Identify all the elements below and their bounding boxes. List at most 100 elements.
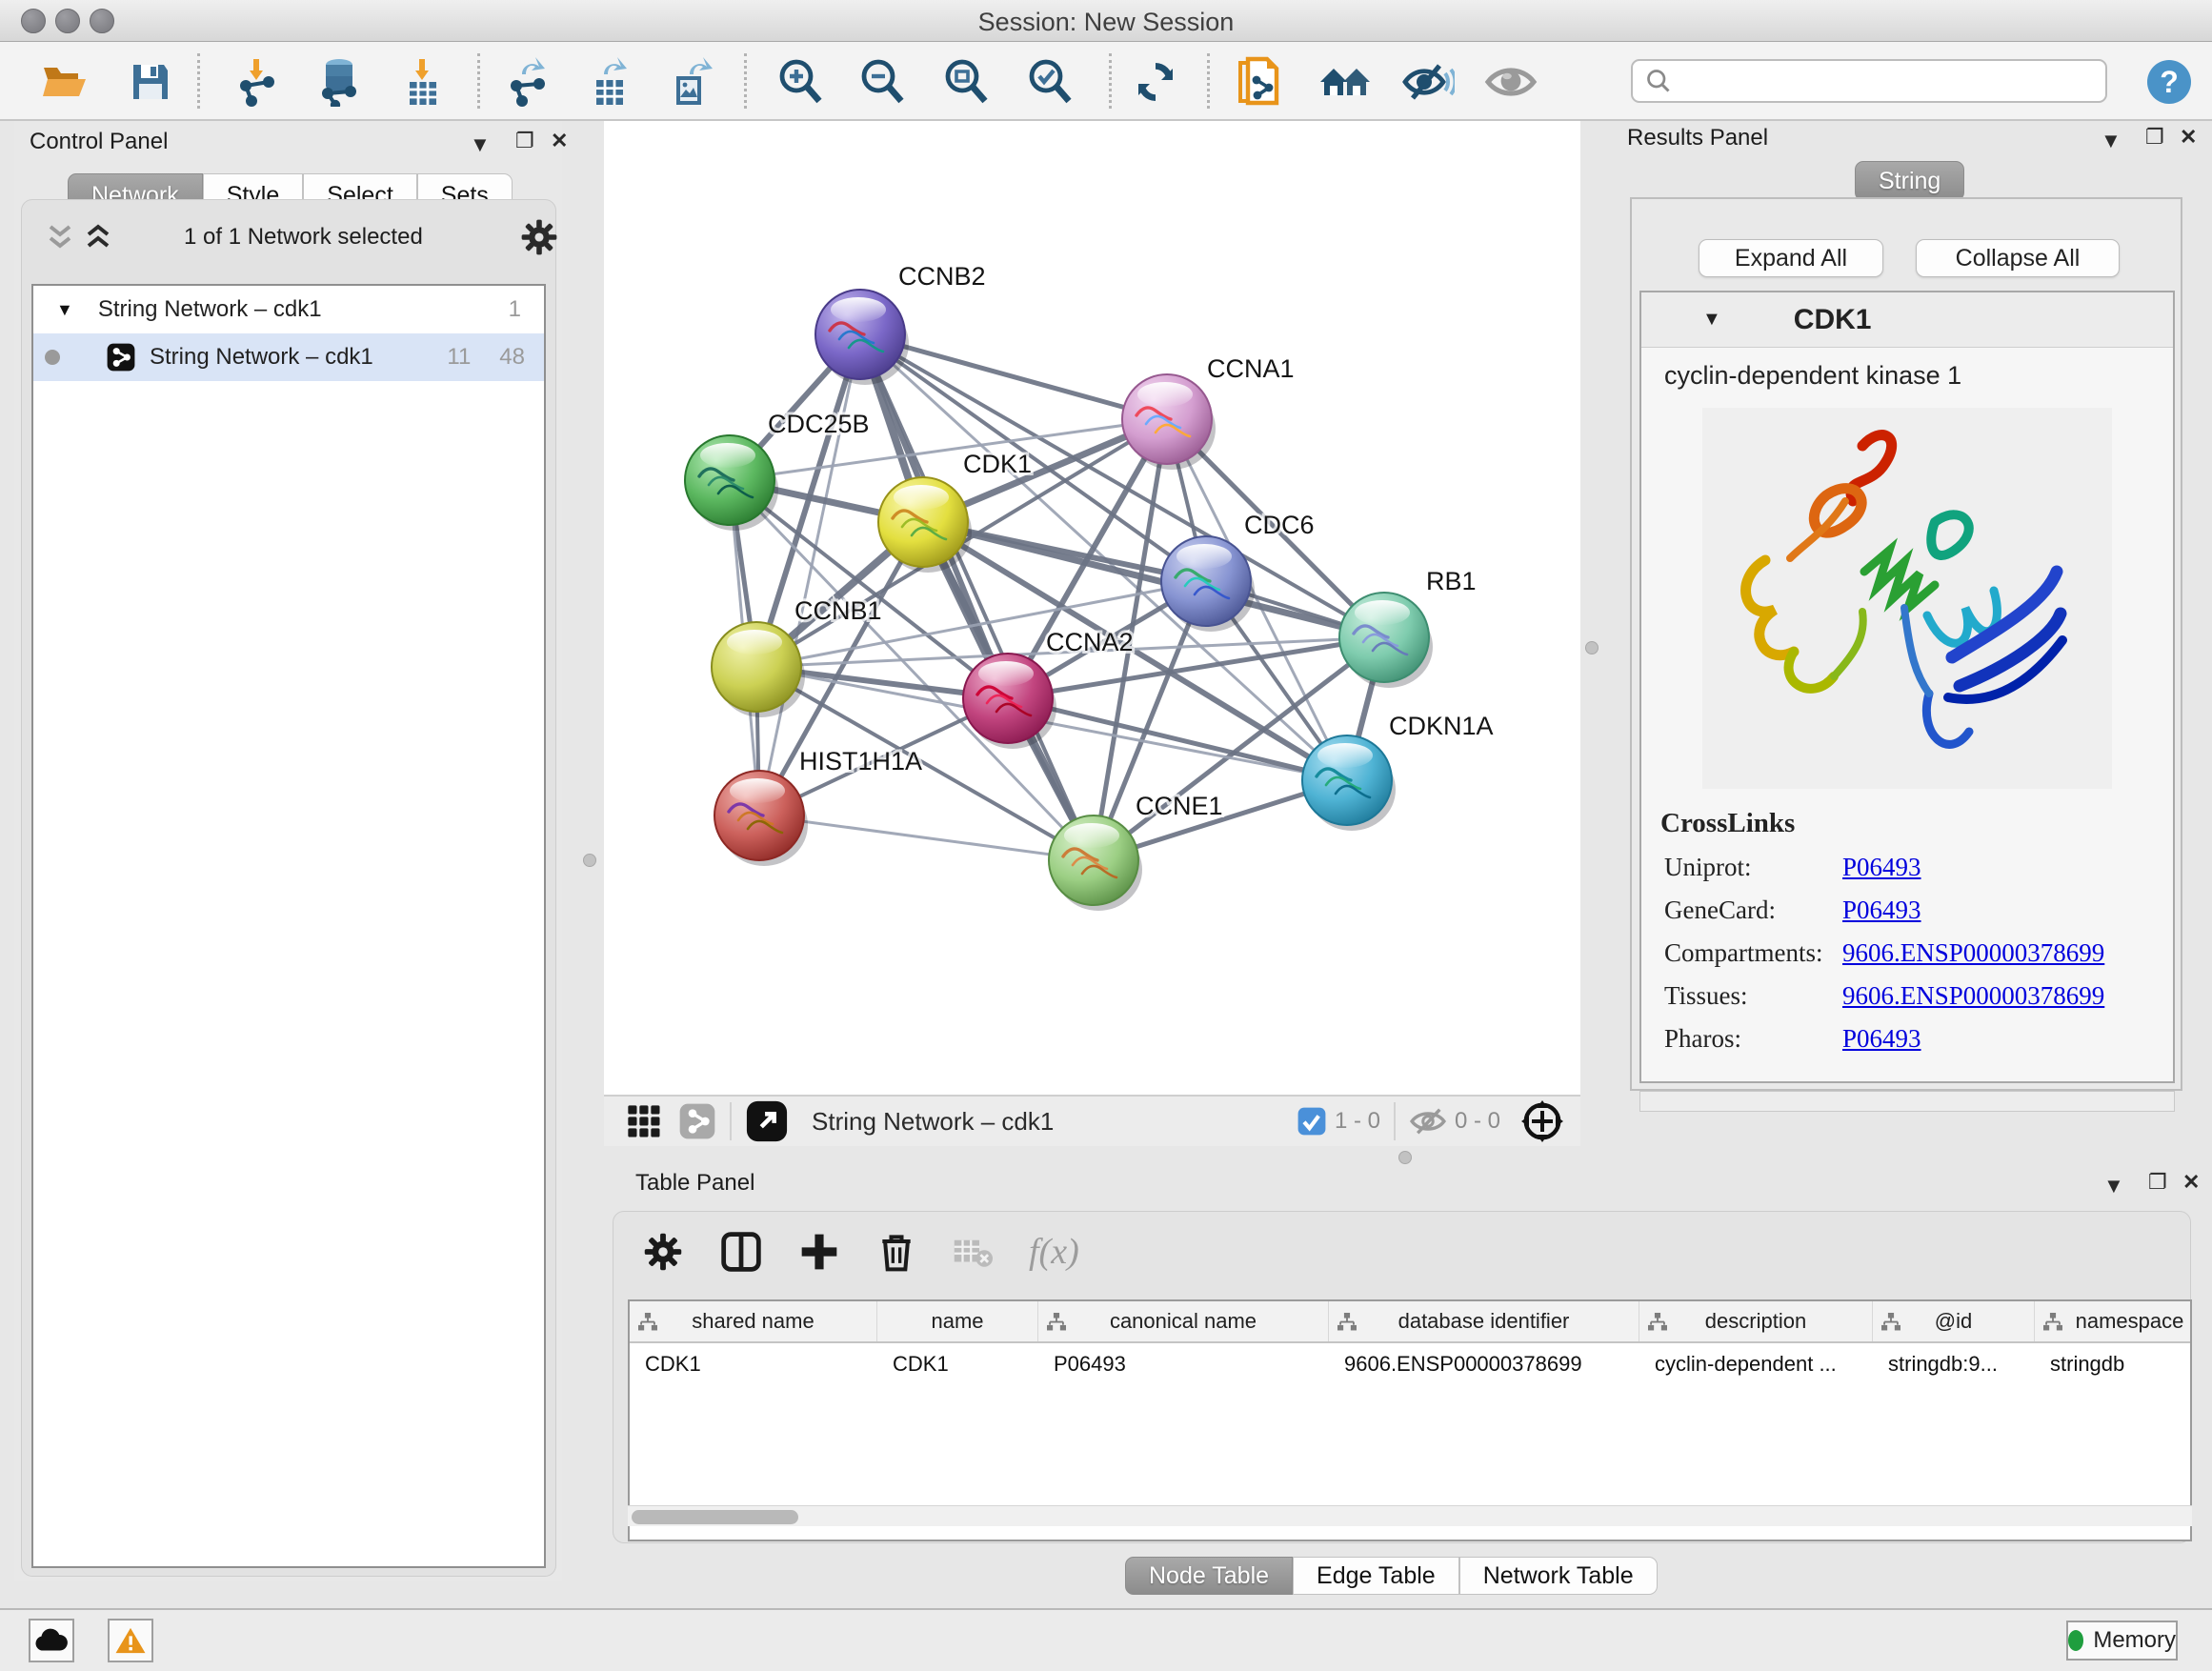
- import-network-button[interactable]: [229, 53, 286, 111]
- collapse-all-networks-icon[interactable]: [81, 221, 115, 253]
- hide-glass-effect-button[interactable]: [1399, 53, 1457, 111]
- column-header-description[interactable]: description: [1639, 1301, 1873, 1341]
- network-node-CCNE1[interactable]: CCNE1: [1049, 792, 1223, 911]
- table-cell[interactable]: cyclin-dependent ...: [1639, 1343, 1873, 1385]
- results-panel-title: Results Panel: [1627, 125, 1768, 151]
- table-row[interactable]: CDK1CDK1P064939606.ENSP00000378699cyclin…: [630, 1343, 2190, 1385]
- network-node-CCNB2[interactable]: CCNB2: [815, 262, 986, 385]
- right-splitter-handle[interactable]: [1585, 641, 1599, 654]
- zoom-out-button[interactable]: [854, 53, 911, 111]
- control-panel-collapse-icon[interactable]: ▼: [470, 132, 491, 157]
- gene-collapse-arrow-icon[interactable]: ▼: [1702, 309, 1721, 331]
- expand-all-networks-icon[interactable]: [43, 221, 77, 253]
- collection-expand-arrow-icon[interactable]: ▼: [56, 300, 73, 320]
- crosslink-row: Tissues:9606.ENSP00000378699: [1664, 981, 2173, 1011]
- network-selection-status: 1 of 1 Network selected: [184, 224, 423, 251]
- network-canvas[interactable]: CCNB2CCNA1CDC25BCDK1CDC6RB1CCNB1CCNA2CDK…: [604, 121, 1580, 1095]
- show-columns-icon[interactable]: [720, 1231, 762, 1273]
- table-toolbar: f(x): [642, 1225, 1079, 1278]
- collapse-all-button[interactable]: Collapse All: [1916, 239, 2120, 277]
- hidden-eye-slash-icon[interactable]: [1409, 1106, 1447, 1137]
- results-panel-close-icon[interactable]: ✕: [2180, 125, 2197, 150]
- delete-table-icon[interactable]: [953, 1235, 993, 1269]
- network-collection-row[interactable]: ▼ String Network – cdk1 1: [33, 286, 544, 333]
- export-image-button[interactable]: [663, 53, 720, 111]
- expand-all-button[interactable]: Expand All: [1699, 239, 1883, 277]
- zoom-fit-button[interactable]: [937, 53, 995, 111]
- tab-string[interactable]: String: [1855, 161, 1964, 201]
- grid-view-icon[interactable]: [625, 1102, 663, 1140]
- tab-node-table[interactable]: Node Table: [1125, 1557, 1293, 1595]
- warnings-button[interactable]: [108, 1619, 153, 1662]
- string-network-graph[interactable]: CCNB2CCNA1CDC25BCDK1CDC6RB1CCNB1CCNA2CDK…: [604, 121, 1580, 1095]
- table-panel-close-icon[interactable]: ✕: [2182, 1170, 2200, 1195]
- gene-header-row[interactable]: ▼ CDK1: [1641, 292, 2173, 348]
- crosslink-link[interactable]: P06493: [1842, 1024, 2173, 1054]
- string-import-button[interactable]: [1232, 53, 1289, 111]
- table-cell[interactable]: P06493: [1038, 1343, 1329, 1385]
- help-button[interactable]: ?: [2141, 53, 2198, 111]
- open-session-button[interactable]: [36, 53, 93, 111]
- table-cell[interactable]: stringdb:9...: [1873, 1343, 2035, 1385]
- column-header-shared-name[interactable]: shared name: [630, 1301, 877, 1341]
- search-input[interactable]: [1631, 59, 2107, 103]
- network-node-HIST1H1A[interactable]: HIST1H1A: [714, 747, 922, 866]
- table-options-gear-icon[interactable]: [642, 1231, 684, 1273]
- crosslink-link[interactable]: 9606.ENSP00000378699: [1842, 938, 2173, 968]
- table-cell[interactable]: CDK1: [877, 1343, 1038, 1385]
- table-cell[interactable]: CDK1: [630, 1343, 877, 1385]
- save-session-button[interactable]: [122, 53, 179, 111]
- collection-label: String Network – cdk1: [98, 296, 322, 323]
- view-toolbar-separator: [1394, 1102, 1396, 1140]
- column-header-database-identifier[interactable]: database identifier: [1329, 1301, 1639, 1341]
- import-network-from-database-button[interactable]: [311, 53, 368, 111]
- window-titlebar: Session: New Session: [0, 0, 2212, 42]
- network-row[interactable]: String Network – cdk1 11 48: [33, 333, 544, 381]
- selected-checkbox-icon[interactable]: [1297, 1106, 1327, 1137]
- export-network-button[interactable]: [499, 53, 556, 111]
- crosslink-link[interactable]: 9606.ENSP00000378699: [1842, 981, 2173, 1011]
- network-node-CCNA1[interactable]: CCNA1: [1122, 354, 1295, 470]
- network-tab-body: 1 of 1 Network selected ▼ String Network…: [21, 199, 556, 1577]
- show-glass-effect-button[interactable]: [1482, 53, 1539, 111]
- table-hscrollbar[interactable]: [628, 1505, 2192, 1526]
- column-header-namespace[interactable]: namespace: [2035, 1301, 2192, 1341]
- cloud-status-button[interactable]: [29, 1619, 74, 1662]
- column-header--id[interactable]: @id: [1873, 1301, 2035, 1341]
- column-header-name[interactable]: name: [877, 1301, 1038, 1341]
- birdseye-toggle-icon[interactable]: [1519, 1098, 1565, 1144]
- network-options-gear-icon[interactable]: [519, 217, 559, 257]
- network-node-RB1[interactable]: RB1: [1339, 567, 1477, 688]
- results-panel-float-icon[interactable]: ❐: [2145, 125, 2164, 150]
- crosslink-link[interactable]: P06493: [1842, 896, 2173, 925]
- table-panel-float-icon[interactable]: ❐: [2148, 1170, 2167, 1195]
- delete-column-icon[interactable]: [876, 1231, 916, 1273]
- memory-button[interactable]: Memory: [2066, 1621, 2178, 1661]
- tab-network-table[interactable]: Network Table: [1459, 1557, 1658, 1595]
- network-node-CDC25B[interactable]: CDC25B: [685, 410, 870, 531]
- table-cell[interactable]: 9606.ENSP00000378699: [1329, 1343, 1639, 1385]
- column-header-canonical-name[interactable]: canonical name: [1038, 1301, 1329, 1341]
- table-hscrollbar-thumb[interactable]: [632, 1510, 798, 1524]
- function-builder-icon[interactable]: f(x): [1029, 1231, 1079, 1273]
- string-home-button[interactable]: [1317, 53, 1374, 111]
- zoom-selected-button[interactable]: [1021, 53, 1078, 111]
- apply-layout-button[interactable]: [1127, 53, 1184, 111]
- control-panel-float-icon[interactable]: ❐: [515, 129, 534, 153]
- table-cell[interactable]: stringdb: [2035, 1343, 2192, 1385]
- results-panel-collapse-icon[interactable]: ▼: [2101, 129, 2122, 153]
- control-panel-close-icon[interactable]: ✕: [551, 129, 568, 153]
- detach-view-icon[interactable]: [745, 1099, 789, 1143]
- add-column-icon[interactable]: [798, 1231, 840, 1273]
- results-hscrollbar[interactable]: [1639, 1091, 2175, 1112]
- network-node-CDKN1A[interactable]: CDKN1A: [1302, 712, 1494, 831]
- left-splitter-handle[interactable]: [583, 854, 596, 867]
- network-node-CCNB1[interactable]: CCNB1: [712, 596, 882, 717]
- network-view-icon[interactable]: [678, 1102, 716, 1140]
- zoom-in-button[interactable]: [772, 53, 829, 111]
- table-panel-collapse-icon[interactable]: ▼: [2103, 1174, 2124, 1198]
- crosslink-link[interactable]: P06493: [1842, 853, 2173, 882]
- import-table-button[interactable]: [394, 53, 452, 111]
- export-table-button[interactable]: [581, 53, 638, 111]
- tab-edge-table[interactable]: Edge Table: [1293, 1557, 1459, 1595]
